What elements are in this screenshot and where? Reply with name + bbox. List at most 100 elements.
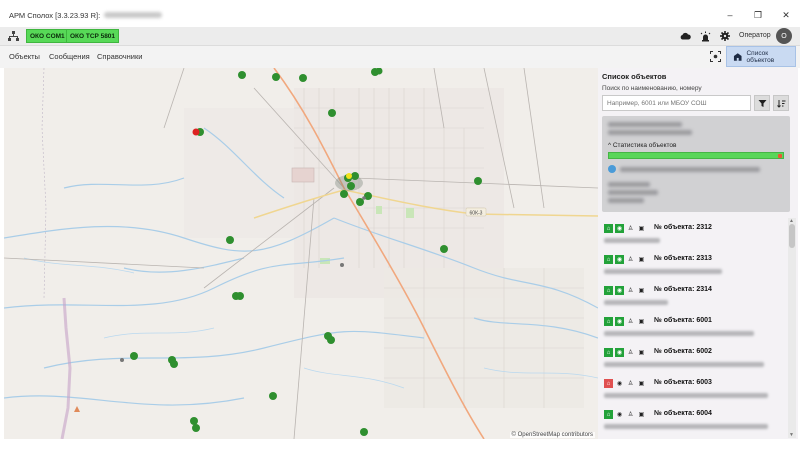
person-icon: ♙ bbox=[627, 412, 634, 418]
object-marker-warning[interactable] bbox=[346, 173, 352, 179]
blurred-text bbox=[608, 198, 644, 203]
screenshot-icon[interactable] bbox=[710, 51, 721, 62]
home-icon: ⌂ bbox=[604, 410, 613, 419]
maximize-button[interactable]: ❐ bbox=[744, 0, 772, 30]
search-input[interactable] bbox=[602, 95, 751, 111]
building-icon bbox=[733, 52, 742, 61]
connection-badge-tcp[interactable]: ОКО TCP 5801 bbox=[66, 29, 120, 43]
map-credit[interactable]: © OpenStreetMap contributors bbox=[509, 432, 595, 438]
object-list: ⌂ ◉ ♙ ▣ № объекта: 2312 ⌂ ◉ ♙ ▣ № объект… bbox=[598, 216, 786, 439]
cloud-icon[interactable] bbox=[679, 30, 691, 42]
object-list-button-label: Список объектов bbox=[746, 49, 775, 64]
panel-title: Список объектов bbox=[602, 72, 667, 81]
object-number: № объекта: 6002 bbox=[654, 348, 712, 355]
statistics-bar-alarm-segment bbox=[778, 154, 782, 158]
object-number: № объекта: 2313 bbox=[654, 255, 712, 262]
menu-directories[interactable]: Справочники bbox=[97, 52, 142, 61]
scroll-thumb[interactable] bbox=[789, 224, 795, 248]
object-marker-offline bbox=[340, 263, 344, 267]
statistics-box: ^ Статистика объектов bbox=[602, 116, 790, 212]
blurred-text bbox=[604, 238, 660, 243]
filter-icon bbox=[758, 99, 766, 107]
person-icon: ♙ bbox=[627, 288, 634, 294]
avatar[interactable]: О bbox=[776, 28, 792, 44]
eye-icon: ◉ bbox=[615, 224, 624, 233]
map-view[interactable]: 60К-3 © OpenStreetMap contributors bbox=[4, 68, 598, 439]
blurred-text bbox=[604, 269, 722, 274]
alarm-siren-icon[interactable] bbox=[699, 30, 711, 42]
toolbar: ОКО COM1 ОКО TCP 5801 Оператор О bbox=[0, 27, 800, 46]
sort-button[interactable] bbox=[773, 95, 789, 111]
title-bar: АРМ Сполох [3.3.23.93 R]: – ❐ ✕ bbox=[0, 0, 800, 30]
object-marker bbox=[130, 352, 138, 360]
map-canvas[interactable]: 60К-3 bbox=[4, 68, 598, 439]
card-icon: ▣ bbox=[638, 257, 645, 263]
home-icon: ⌂ bbox=[604, 348, 613, 357]
card-icon: ▣ bbox=[638, 288, 645, 294]
object-marker bbox=[272, 73, 280, 81]
object-marker bbox=[360, 428, 368, 436]
object-marker-alarm[interactable] bbox=[192, 128, 200, 136]
home-icon: ⌂ bbox=[604, 317, 613, 326]
object-list-button[interactable]: Список объектов bbox=[726, 46, 796, 67]
object-number: № объекта: 6003 bbox=[654, 379, 712, 386]
object-marker bbox=[351, 172, 359, 180]
minimize-button[interactable]: – bbox=[716, 0, 744, 30]
connection-badge-com1[interactable]: ОКО COM1 bbox=[26, 29, 69, 43]
home-icon: ⌂ bbox=[604, 224, 613, 233]
home-icon: ⌂ bbox=[604, 255, 613, 264]
blurred-text bbox=[604, 393, 768, 398]
blurred-text bbox=[604, 331, 754, 336]
list-item[interactable]: ⌂ ◉ ♙ ▣ № объекта: 2314 bbox=[602, 282, 786, 312]
eye-icon: ◉ bbox=[616, 381, 623, 387]
blurred-text bbox=[608, 182, 650, 187]
list-item[interactable]: ⌂ ◉ ♙ ▣ № объекта: 6002 bbox=[602, 344, 786, 374]
card-icon: ▣ bbox=[638, 381, 645, 387]
close-button[interactable]: ✕ bbox=[772, 0, 800, 30]
object-marker bbox=[328, 109, 336, 117]
blurred-text bbox=[608, 130, 692, 135]
list-item[interactable]: ⌂ ◉ ♙ ▣ № объекта: 6003 bbox=[602, 375, 786, 405]
panel-scrollbar[interactable]: ▲ ▼ bbox=[788, 218, 796, 438]
menu-messages[interactable]: Сообщения bbox=[49, 52, 90, 61]
gear-icon[interactable] bbox=[719, 30, 731, 42]
object-marker bbox=[347, 182, 355, 190]
eye-icon: ◉ bbox=[616, 412, 623, 418]
object-marker-offline bbox=[362, 196, 366, 200]
object-marker bbox=[299, 74, 307, 82]
list-item[interactable]: ⌂ ◉ ♙ ▣ № объекта: 6004 bbox=[602, 406, 786, 436]
object-marker bbox=[190, 417, 198, 425]
blurred-text bbox=[620, 167, 760, 172]
operator-label[interactable]: Оператор bbox=[739, 32, 771, 39]
menu-bar: Объекты Сообщения Справочники bbox=[0, 46, 800, 68]
blurred-text bbox=[608, 190, 658, 195]
object-marker bbox=[238, 71, 246, 79]
object-marker-offline bbox=[120, 358, 124, 362]
object-marker bbox=[192, 424, 200, 432]
person-icon: ♙ bbox=[627, 319, 634, 325]
object-list-panel: Список объектов Поиск по наименованию, н… bbox=[598, 68, 798, 439]
statistics-toggle[interactable]: ^ Статистика объектов bbox=[608, 142, 677, 149]
home-alarm-icon: ⌂ bbox=[604, 379, 613, 388]
list-item[interactable]: ⌂ ◉ ♙ ▣ № объекта: 2312 bbox=[602, 220, 786, 250]
object-marker bbox=[340, 190, 348, 198]
eye-icon: ◉ bbox=[615, 286, 624, 295]
list-item[interactable]: ⌂ ◉ ♙ ▣ № объекта: 6001 bbox=[602, 313, 786, 343]
network-icon[interactable] bbox=[7, 30, 19, 42]
person-icon: ♙ bbox=[627, 381, 634, 387]
filter-button[interactable] bbox=[754, 95, 770, 111]
object-marker bbox=[474, 177, 482, 185]
scroll-down-icon[interactable]: ▼ bbox=[789, 432, 794, 438]
blurred-text bbox=[604, 424, 768, 429]
eye-icon: ◉ bbox=[615, 317, 624, 326]
statistics-bar bbox=[608, 152, 784, 159]
eye-icon: ◉ bbox=[615, 255, 624, 264]
blurred-text bbox=[604, 300, 668, 305]
card-icon: ▣ bbox=[638, 226, 645, 232]
card-icon: ▣ bbox=[638, 319, 645, 325]
list-item[interactable]: ⌂ ◉ ♙ ▣ № объекта: 2313 bbox=[602, 251, 786, 281]
menu-objects[interactable]: Объекты bbox=[9, 52, 40, 61]
blurred-text bbox=[608, 122, 682, 127]
show-only-alarm-toggle[interactable] bbox=[608, 165, 616, 173]
card-icon: ▣ bbox=[638, 350, 645, 356]
